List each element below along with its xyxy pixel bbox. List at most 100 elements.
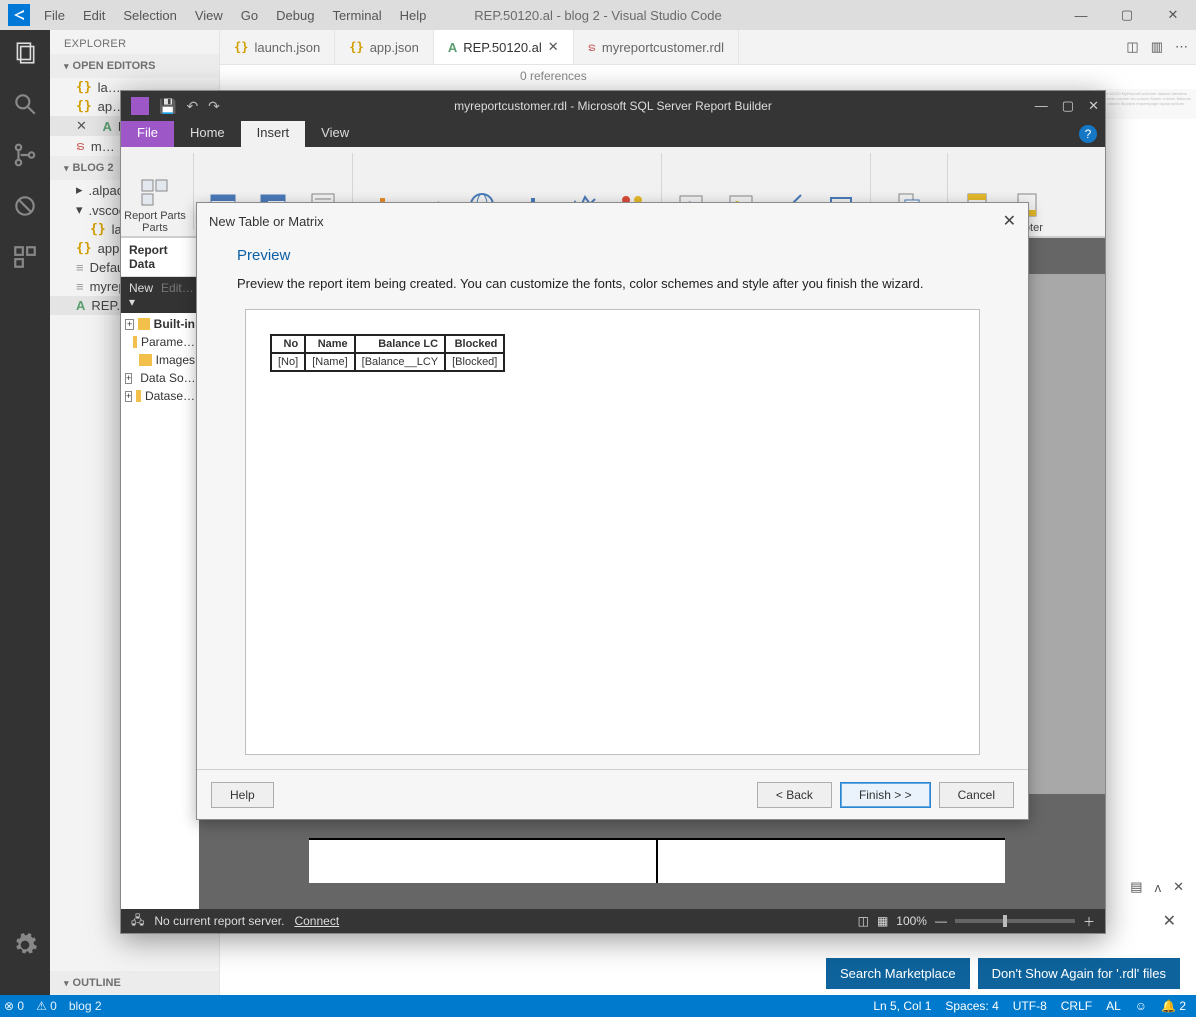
extensions-icon[interactable] [12, 244, 38, 273]
codelens-references[interactable]: 0 references [220, 65, 1196, 89]
rb-tab-home[interactable]: Home [174, 121, 241, 147]
undo-icon[interactable]: ↶ [186, 98, 198, 115]
wizard-finish-button[interactable]: Finish > > [840, 782, 931, 808]
more-icon[interactable]: ⋯ [1175, 39, 1188, 55]
report-data-edit-button[interactable]: Edit… [161, 281, 194, 309]
wizard-preview-area: No Name Balance LC Blocked [No] [Name] [… [245, 309, 980, 755]
source-control-icon[interactable] [12, 142, 38, 171]
cell: [Balance__LCY [355, 353, 445, 371]
redo-icon[interactable]: ↷ [208, 98, 220, 115]
rb-qat: 💾 ↶ ↷ [155, 98, 220, 115]
rb-help-icon[interactable]: ? [1079, 125, 1097, 143]
wizard-help-button[interactable]: Help [211, 782, 274, 808]
menu-terminal[interactable]: Terminal [332, 8, 381, 23]
json-icon: {} [76, 80, 92, 95]
search-icon[interactable] [12, 91, 38, 120]
status-encoding[interactable]: UTF-8 [1013, 999, 1047, 1013]
menu-debug[interactable]: Debug [276, 8, 314, 23]
al-icon: A [103, 119, 112, 134]
window-minimize-button[interactable]: — [1058, 0, 1104, 30]
rb-tab-file[interactable]: File [121, 121, 174, 147]
expand-icon[interactable]: + [125, 391, 132, 402]
status-errors[interactable]: ⊗ 0 [4, 999, 24, 1013]
zoom-slider[interactable] [955, 919, 1075, 923]
rb-zoom-level[interactable]: 100% [896, 914, 927, 928]
cell: [Blocked] [445, 353, 504, 371]
open-editors-section[interactable]: OPEN EDITORS [50, 54, 219, 78]
panel-icon[interactable]: ▤ [1130, 879, 1142, 895]
status-feedback-icon[interactable]: ☺ [1135, 999, 1147, 1013]
status-branch[interactable]: blog 2 [69, 999, 102, 1013]
panel-layout-icon[interactable]: ▥ [1151, 39, 1163, 55]
rb-report-parts-button[interactable]: Report PartsParts [121, 147, 189, 236]
status-eol[interactable]: CRLF [1061, 999, 1092, 1013]
json-icon: {} [349, 40, 363, 54]
menu-file[interactable]: File [44, 8, 65, 23]
json-icon: {} [76, 241, 92, 256]
menu-view[interactable]: View [195, 8, 223, 23]
search-marketplace-button[interactable]: Search Marketplace [826, 958, 970, 989]
vscode-menu-bar: File Edit Selection View Go Debug Termin… [38, 8, 426, 23]
server-icon: 🖧 [131, 911, 144, 932]
wizard-close-button[interactable]: ✕ [1003, 211, 1016, 231]
rb-close-button[interactable]: ✕ [1088, 98, 1099, 114]
rb-maximize-button[interactable]: ▢ [1062, 98, 1074, 114]
report-data-panel: Report Data New ▾ Edit… +Built-in Parame… [121, 238, 199, 909]
tree-node[interactable]: +Datase… [121, 387, 199, 405]
tab-rep50120[interactable]: AREP.50120.al✕ [434, 30, 574, 64]
folder-icon [139, 354, 152, 366]
status-indent[interactable]: Spaces: 4 [945, 999, 998, 1013]
rb-connect-link[interactable]: Connect [294, 914, 339, 928]
rb-window-controls: — ▢ ✕ [1035, 98, 1099, 114]
save-icon[interactable]: 💾 [159, 98, 176, 115]
close-icon[interactable]: ✕ [1173, 879, 1184, 895]
design-mode-icon[interactable]: ◫ [858, 914, 869, 928]
panel-toolbar: ▤ ʌ ✕ [1130, 879, 1184, 895]
tab-myreportcustomer[interactable]: ຣmyreportcustomer.rdl [574, 30, 739, 64]
status-notifications[interactable]: 🔔 2 [1161, 999, 1186, 1013]
window-maximize-button[interactable]: ▢ [1104, 0, 1150, 30]
cell: [Name] [305, 353, 354, 371]
feed-icon: ຣ [588, 40, 596, 54]
tab-app-json[interactable]: {}app.json [335, 30, 434, 64]
preview-mode-icon[interactable]: ▦ [877, 914, 888, 928]
tab-launch-json[interactable]: {}launch.json [220, 30, 335, 64]
status-cursor-pos[interactable]: Ln 5, Col 1 [873, 999, 931, 1013]
tree-node[interactable]: Images [121, 351, 199, 369]
menu-selection[interactable]: Selection [123, 8, 176, 23]
debug-icon[interactable] [12, 193, 38, 222]
status-language[interactable]: AL [1106, 999, 1121, 1013]
split-editor-icon[interactable]: ◫ [1126, 39, 1138, 55]
rb-tab-insert[interactable]: Insert [241, 121, 306, 147]
wizard-heading: Preview [197, 235, 1028, 274]
settings-gear-icon[interactable] [12, 932, 38, 961]
window-close-button[interactable]: ✕ [1150, 0, 1196, 30]
zoom-out-button[interactable]: — [935, 914, 947, 928]
menu-help[interactable]: Help [400, 8, 427, 23]
zoom-in-button[interactable]: ＋ [1083, 913, 1095, 930]
wizard-header: New Table or Matrix ✕ [197, 203, 1028, 235]
status-warnings[interactable]: ⚠ 0 [36, 999, 57, 1013]
expand-icon[interactable]: + [125, 373, 132, 384]
close-icon[interactable]: ✕ [548, 39, 559, 55]
files-icon[interactable] [12, 40, 38, 69]
close-icon[interactable]: ✕ [76, 118, 87, 134]
minimap[interactable]: report 50120 MyReportCustomer dataset da… [1096, 89, 1196, 119]
rb-minimize-button[interactable]: — [1035, 98, 1048, 114]
tree-node[interactable]: +Built-in [121, 315, 199, 333]
toast-close-icon[interactable]: ✕ [1163, 911, 1176, 931]
chevron-up-icon[interactable]: ʌ [1155, 880, 1162, 895]
dont-show-again-button[interactable]: Don't Show Again for '.rdl' files [978, 958, 1180, 989]
wizard-cancel-button[interactable]: Cancel [939, 782, 1014, 808]
json-icon: {} [76, 99, 92, 114]
tree-node[interactable]: +Data So… [121, 369, 199, 387]
menu-go[interactable]: Go [241, 8, 258, 23]
wizard-back-button[interactable]: < Back [757, 782, 832, 808]
outline-section[interactable]: OUTLINE [50, 971, 219, 995]
expand-icon[interactable]: + [125, 319, 134, 330]
report-data-new-button[interactable]: New ▾ [129, 281, 153, 309]
tree-node[interactable]: Parame… [121, 333, 199, 351]
rb-tab-view[interactable]: View [305, 121, 365, 147]
menu-edit[interactable]: Edit [83, 8, 105, 23]
report-data-header: Report Data [121, 238, 199, 277]
